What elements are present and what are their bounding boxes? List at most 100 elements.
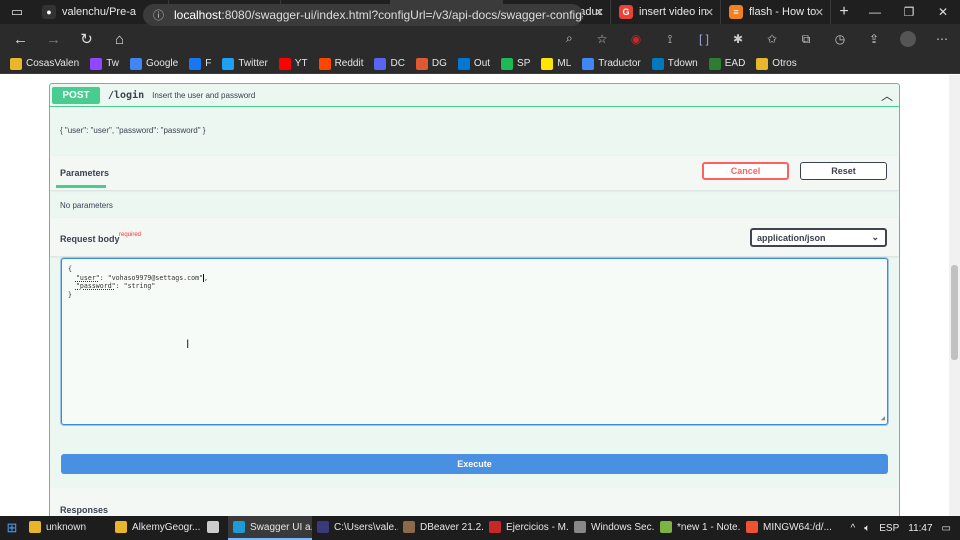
address-bar[interactable]: ⓘ localhost:8080/swagger-ui/index.html?c…	[143, 4, 583, 26]
bookmark-item[interactable]: F	[189, 57, 211, 70]
bookmark-label: Twitter	[238, 58, 268, 69]
bookmark-item[interactable]: Traductor	[582, 57, 641, 70]
resize-grip-icon[interactable]: ◢	[881, 414, 885, 423]
clock[interactable]: 11:47	[908, 523, 932, 534]
minimize-icon[interactable]: —	[858, 5, 892, 19]
bookmark-label: Google	[145, 58, 179, 69]
browser-tab[interactable]: ≡ flash - How to ✕	[721, 0, 831, 24]
execute-button[interactable]: Execute	[61, 454, 888, 474]
bookmark-item[interactable]: Tw	[90, 57, 119, 70]
bookmark-label: Reddit	[334, 58, 364, 69]
taskbar-item[interactable]: *new 1 - Note...	[655, 516, 741, 540]
dbeaver-icon	[403, 521, 415, 533]
home-icon[interactable]: ⌂	[103, 31, 136, 48]
bookmark-item[interactable]: DC	[374, 57, 405, 70]
ublock-icon[interactable]: ◉	[619, 32, 653, 46]
bookmark-item[interactable]: CosasValen	[10, 57, 80, 70]
git-bash-icon	[746, 521, 758, 533]
favorite-icon[interactable]: ☆	[585, 32, 619, 46]
tab-parameters[interactable]: Parameters	[60, 168, 109, 178]
chevron-up-icon[interactable]: ^	[851, 523, 856, 534]
edge-icon	[233, 521, 245, 533]
share-icon[interactable]: ⇪	[857, 32, 891, 46]
content-type-select[interactable]: application/json ⌄	[750, 228, 887, 247]
responses-label: Responses	[60, 505, 109, 515]
taskbar-item[interactable]: Ejercicios - M...	[484, 516, 569, 540]
history-icon[interactable]: ◷	[823, 32, 857, 46]
extensions-icon[interactable]: ✱	[721, 32, 755, 46]
taskbar-item[interactable]: Swagger UI a...	[228, 516, 312, 540]
reset-button[interactable]: Reset	[800, 162, 887, 180]
cancel-button[interactable]: Cancel	[702, 162, 789, 180]
close-tab-icon[interactable]: ✕	[705, 6, 714, 19]
operation-summary[interactable]: POST /login Insert the user and password…	[50, 84, 899, 107]
favorites-icon[interactable]: ✩	[755, 32, 789, 46]
body-user-key: "user"	[75, 273, 100, 282]
scrollbar-thumb[interactable]	[951, 265, 958, 360]
taskbar-item[interactable]: AlkemyGeogr...	[110, 516, 202, 540]
outlook-icon	[457, 57, 470, 70]
taskbar-item[interactable]: DBeaver 21.2...	[398, 516, 484, 540]
bookmark-item[interactable]: Otros	[756, 57, 797, 70]
url-path: :8080/swagger-ui/index.html?configUrl=/v…	[221, 8, 583, 22]
shield-icon	[574, 521, 586, 533]
tab-label: insert video in	[639, 6, 707, 18]
back-icon[interactable]: ←	[4, 31, 37, 48]
taskbar-item[interactable]	[202, 516, 228, 540]
more-icon[interactable]: ⋯	[925, 32, 959, 46]
avatar[interactable]	[891, 31, 925, 47]
mercadolibre-icon	[541, 57, 554, 70]
chevron-up-icon[interactable]: ︿	[881, 87, 893, 104]
forward-icon[interactable]: →	[37, 31, 70, 48]
bookmark-item[interactable]: SP	[501, 57, 530, 70]
bookmark-item[interactable]: DG	[415, 57, 447, 70]
browser-tab[interactable]: Ginsert video in ✕	[611, 0, 721, 24]
maximize-icon[interactable]: ❐	[892, 5, 926, 19]
bookmark-item[interactable]: Tdown	[651, 57, 698, 70]
translate-ext-icon[interactable]: ⟟	[653, 32, 687, 47]
bracket-ext-icon[interactable]: [ ]	[687, 32, 721, 46]
taskbar-item[interactable]: Windows Sec...	[569, 516, 655, 540]
close-tab-icon[interactable]: ✕	[815, 6, 824, 19]
zoom-icon[interactable]: ⌕	[566, 31, 573, 46]
collections-icon[interactable]: ⧉	[789, 32, 823, 47]
notifications-icon[interactable]: ▭	[942, 523, 951, 534]
tab-label: valenchu/Pre-a	[62, 6, 136, 18]
body-open-brace: {	[68, 265, 72, 273]
site-info-icon[interactable]: ⓘ	[153, 7, 164, 23]
page-scrollbar[interactable]	[949, 75, 960, 516]
bookmark-item[interactable]: Out	[457, 57, 490, 70]
parameters-header: Parameters Cancel Reset	[50, 156, 899, 190]
folder-icon	[115, 521, 127, 533]
discord-icon	[374, 57, 387, 70]
facebook-icon	[189, 57, 202, 70]
bookmark-item[interactable]: EAD	[708, 57, 745, 70]
bookmark-item[interactable]: ML	[541, 57, 571, 70]
bookmark-item[interactable]: Twitter	[222, 57, 268, 70]
taskbar-item[interactable]: MINGW64:/d/...	[741, 516, 831, 540]
refresh-icon[interactable]: ↻	[70, 30, 103, 48]
bookmark-item[interactable]: YT	[278, 57, 308, 70]
operation-summary-text: Insert the user and password	[152, 90, 256, 100]
tab-actions-icon[interactable]: ▭	[0, 0, 34, 24]
bookmark-label: CosasValen	[26, 58, 80, 69]
bookmarks-bar: CosasValen Tw Google F Twitter YT Reddit DC DG Ou…	[0, 54, 960, 74]
taskbar-item[interactable]: C:\Users\vale...	[312, 516, 398, 540]
taskbar-item[interactable]: unknown	[24, 516, 110, 540]
bookmark-item[interactable]: Reddit	[318, 57, 364, 70]
close-window-icon[interactable]: ✕	[926, 5, 960, 19]
no-parameters-text: No parameters	[60, 201, 113, 210]
taskbar-label: unknown	[46, 521, 87, 533]
taskbar-label: Swagger UI a...	[250, 521, 312, 533]
twitter-icon	[222, 57, 235, 70]
bookmark-item[interactable]: Google	[129, 57, 179, 70]
language-indicator[interactable]: ESP	[879, 523, 899, 534]
operation-path: /login	[108, 89, 145, 101]
new-tab-icon[interactable]: +	[831, 3, 857, 21]
trello-icon	[651, 57, 664, 70]
window-controls: — ❐ ✕	[858, 5, 960, 19]
volume-icon[interactable]: 🔈︎	[864, 523, 870, 534]
request-body-header: Request body required application/json ⌄	[50, 218, 899, 256]
windows-start-icon[interactable]: ⊞	[0, 520, 24, 536]
close-tab-icon[interactable]: ✕	[595, 6, 604, 19]
